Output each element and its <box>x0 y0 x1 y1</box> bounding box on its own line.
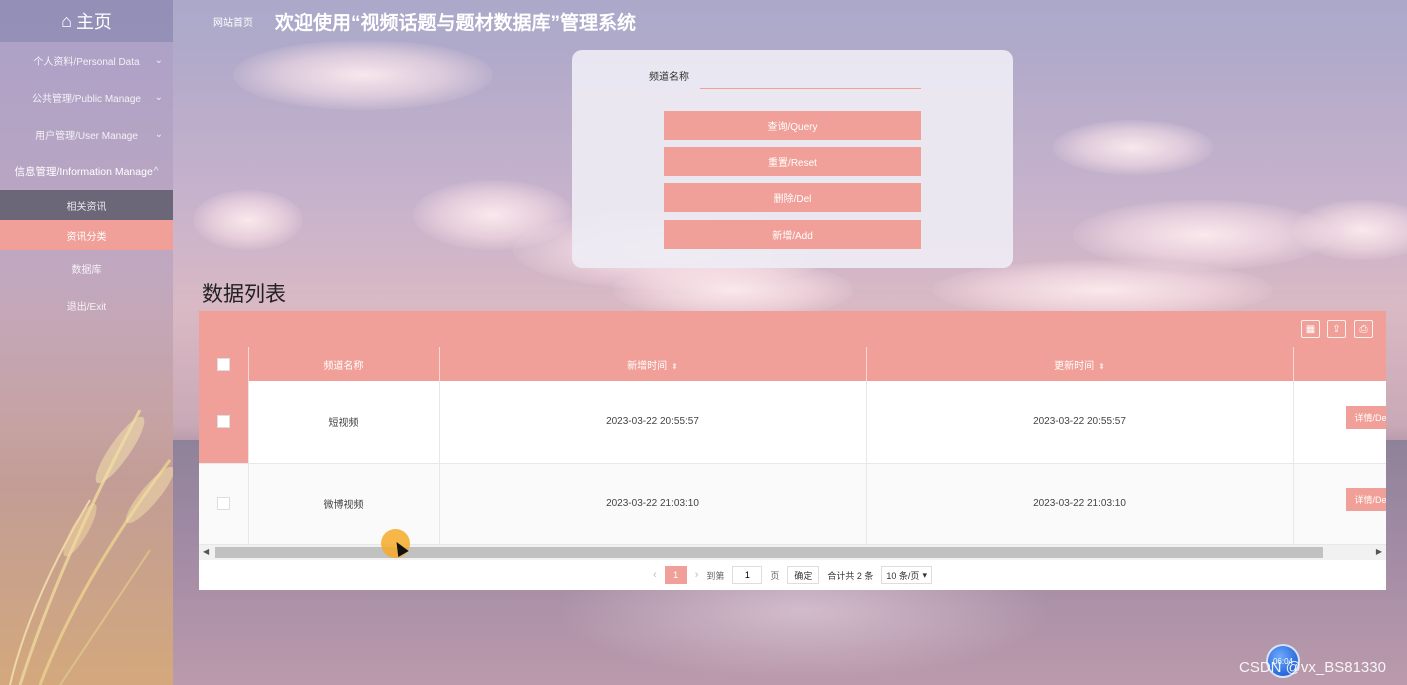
sidebar-item-label: 信息管理/Information Manage <box>14 166 153 178</box>
sidebar-exit-label: 退出/Exit <box>66 302 107 313</box>
scroll-right-icon[interactable]: ▶ <box>1376 547 1382 556</box>
page-size-value: 10 条/页 <box>886 570 920 581</box>
print-icon[interactable]: ⎙ <box>1354 320 1373 338</box>
add-button[interactable]: 新增/Add <box>664 220 921 249</box>
sidebar-submenu: 相关资讯 资讯分类 <box>0 190 173 250</box>
sidebar-item-label: 用户管理/User Manage <box>35 131 138 142</box>
list-title: 数据列表 <box>202 283 286 306</box>
sidebar: ⌂ 主页 个人资料/Personal Data ⌄ 公共管理/Public Ma… <box>0 0 173 685</box>
column-header-updated[interactable]: 更新时间 ⬍ <box>866 347 1294 381</box>
row-checkbox[interactable] <box>216 415 230 429</box>
top-header: 网站首页 欢迎使用“视频话题与题材数据库”管理系统 <box>173 0 1407 42</box>
sidebar-home[interactable]: ⌂ 主页 <box>0 0 173 42</box>
cell-channel: 短视频 <box>248 381 440 464</box>
channel-name-input[interactable] <box>700 64 921 89</box>
cell-created: 2023-03-22 20:55:57 <box>439 381 867 464</box>
column-header-created[interactable]: 新增时间 ⬍ <box>439 347 867 381</box>
column-header-channel: 频道名称 <box>248 347 440 381</box>
current-page[interactable]: 1 <box>664 566 687 584</box>
column-header-actions: 操作 <box>1293 347 1386 381</box>
column-header-label: 更新时间 <box>1054 360 1095 372</box>
breadcrumb-home[interactable]: 网站首页 <box>213 14 253 29</box>
sidebar-exit[interactable]: 退出/Exit <box>0 287 173 324</box>
column-header-label: 新增时间 <box>627 360 668 372</box>
sort-icon[interactable]: ⬍ <box>671 362 678 371</box>
sidebar-item-label: 个人资料/Personal Data <box>33 57 140 68</box>
select-all-cell <box>199 347 249 381</box>
reeds-decoration <box>9 409 173 685</box>
sidebar-item-label: 公共管理/Public Manage <box>32 94 141 105</box>
cell-created: 2023-03-22 21:03:10 <box>439 463 867 545</box>
table-header-row: 频道名称 新增时间⬍ 更新时间⬍ 操作 <box>199 347 1386 381</box>
table-row: 微博视频 2023-03-22 21:03:10 2023-03-22 21:0… <box>199 463 1386 545</box>
sidebar-subitem-database[interactable]: 数据库 <box>0 250 173 287</box>
columns-icon[interactable]: ▦ <box>1301 320 1320 338</box>
sidebar-item-information-manage[interactable]: 信息管理/Information Manage ^ <box>0 153 173 190</box>
goto-confirm-button[interactable]: 确定 <box>787 566 820 584</box>
cell-channel: 微博视频 <box>248 463 440 545</box>
home-icon: ⌂ <box>61 10 72 31</box>
row-checkbox[interactable] <box>216 497 230 510</box>
pagination: ‹ 1 › 到第 页 确定 合计共 2 条 10 条/页▾ <box>199 565 1386 585</box>
sidebar-subitem-label: 资讯分类 <box>66 231 107 243</box>
chevron-down-icon: ⌄ <box>154 55 163 66</box>
horizontal-scrollbar[interactable]: ◀ ▶ <box>199 545 1386 560</box>
sidebar-item-personal-data[interactable]: 个人资料/Personal Data ⌄ <box>0 42 173 79</box>
table-row: 短视频 2023-03-22 20:55:57 2023-03-22 20:55… <box>199 381 1386 464</box>
sidebar-item-user-manage[interactable]: 用户管理/User Manage ⌄ <box>0 116 173 153</box>
chevron-up-icon: ^ <box>153 166 159 177</box>
next-page-icon[interactable]: › <box>695 569 699 581</box>
cell-updated: 2023-03-22 20:55:57 <box>866 381 1294 464</box>
row-checkbox-cell <box>199 381 249 464</box>
goto-label: 到第 <box>706 570 725 581</box>
sort-icon[interactable]: ⬍ <box>1098 362 1105 371</box>
delete-button[interactable]: 删除/Del <box>664 183 921 212</box>
export-icon[interactable]: ⇪ <box>1327 320 1346 338</box>
table-toolbar: ▦ ⇪ ⎙ <box>199 311 1386 347</box>
data-table: 频道名称 新增时间⬍ 更新时间⬍ 操作 短视频 2023-03-22 20:55… <box>199 347 1386 545</box>
page-size-select[interactable]: 10 条/页 ▾ <box>881 566 932 584</box>
query-panel: 频道名称 查询/Query 重置/Reset 删除/Del 新增/Add <box>572 50 1013 268</box>
data-table-container: ▦ ⇪ ⎙ 频道名称 新增时间⬍ 更新时间⬍ 操作 短视频 2023-03-22… <box>199 311 1386 590</box>
reset-button[interactable]: 重置/Reset <box>664 147 921 176</box>
page-unit-label: 页 <box>770 570 780 581</box>
sidebar-subitem-label: 数据库 <box>71 265 102 276</box>
sidebar-item-public-manage[interactable]: 公共管理/Public Manage ⌄ <box>0 79 173 116</box>
sidebar-subitem-news[interactable]: 相关资讯 <box>0 190 173 220</box>
cell-updated: 2023-03-22 21:03:10 <box>866 463 1294 545</box>
channel-name-label: 频道名称 <box>649 72 689 83</box>
prev-page-icon[interactable]: ‹ <box>653 569 657 581</box>
sidebar-subitem-label: 相关资讯 <box>66 201 107 213</box>
chevron-down-icon: ⌄ <box>154 129 163 140</box>
watermark-text: CSDN @vx_BS81330 <box>1239 659 1386 676</box>
goto-page-input[interactable] <box>732 566 763 584</box>
row-checkbox-cell <box>199 463 249 545</box>
sidebar-subitem-news-category[interactable]: 资讯分类 <box>0 220 173 250</box>
home-label: 主页 <box>75 12 112 32</box>
query-button[interactable]: 查询/Query <box>664 111 921 140</box>
page-title: 欢迎使用“视频话题与题材数据库”管理系统 <box>275 12 637 34</box>
details-button[interactable]: 详情/Details <box>1346 488 1386 511</box>
cell-actions: 详情/Details <box>1293 463 1386 545</box>
scroll-left-icon[interactable]: ◀ <box>203 547 209 556</box>
chevron-down-icon: ⌄ <box>154 92 163 103</box>
chevron-down-icon: ▾ <box>922 569 927 580</box>
cell-actions: 详情/Details <box>1293 381 1386 464</box>
total-count: 合计共 2 条 <box>827 570 874 581</box>
select-all-checkbox[interactable] <box>216 357 230 371</box>
details-button[interactable]: 详情/Details <box>1346 406 1386 430</box>
